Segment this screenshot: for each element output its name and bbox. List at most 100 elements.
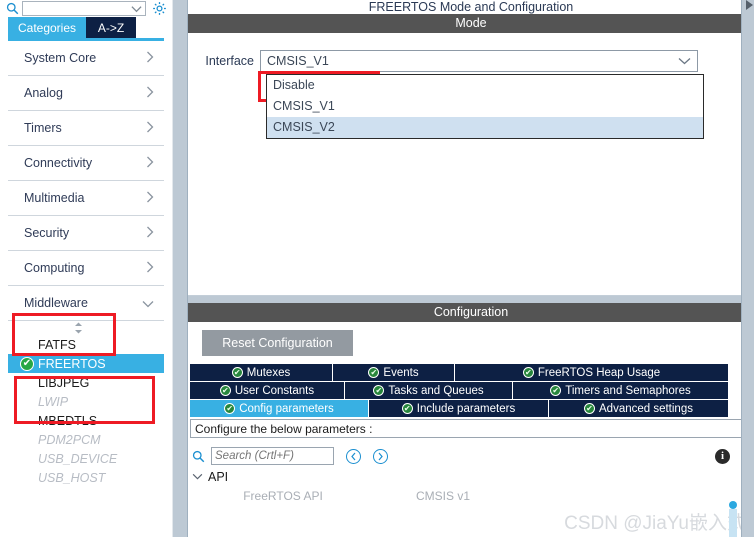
tab-events[interactable]: ✔ Events <box>333 364 455 381</box>
sidebar-item-label: System Core <box>24 51 97 65</box>
tab-categories[interactable]: Categories <box>8 17 86 38</box>
sidebar-item-computing[interactable]: Computing <box>8 251 164 286</box>
vertical-scrollbar[interactable] <box>741 0 754 537</box>
sidebar-item-label: Security <box>24 226 70 240</box>
middleware-label: LIBJPEG <box>38 375 90 390</box>
chevron-down-icon[interactable] <box>192 471 203 483</box>
check-circle-icon: ✔ <box>401 403 413 414</box>
list-item-fatfs[interactable]: FATFS <box>8 335 164 354</box>
dropdown-option-cmsis-v2[interactable]: CMSIS_V2 <box>267 117 703 138</box>
tab-config-parameters[interactable]: ✔ Config parameters <box>190 400 369 417</box>
tab-label: Advanced settings <box>599 402 693 415</box>
api-column-headers: FreeRTOS API CMSIS v1 <box>188 486 754 506</box>
interface-dropdown-list[interactable]: Disable CMSIS_V1 CMSIS_V2 <box>266 74 704 139</box>
interface-select[interactable]: CMSIS_V1 <box>260 50 698 72</box>
check-circle-icon: ✔ <box>368 367 380 378</box>
tab-mutexes[interactable]: ✔ Mutexes <box>190 364 333 381</box>
chevron-right-icon <box>146 86 154 100</box>
chevron-right-icon <box>146 226 154 240</box>
tab-tasks-and-queues[interactable]: ✔ Tasks and Queues <box>345 382 513 399</box>
chevron-left-circle-icon[interactable] <box>346 448 361 464</box>
panel-splitter[interactable] <box>172 0 188 537</box>
scroll-arrow-icon[interactable] <box>746 0 753 10</box>
tab-label: FreeRTOS Heap Usage <box>537 366 661 379</box>
search-input[interactable] <box>211 447 334 465</box>
sidebar-item-analog[interactable]: Analog <box>8 76 164 111</box>
tab-a-to-z[interactable]: A->Z <box>86 17 136 38</box>
api-column-cmsis: CMSIS v1 <box>415 489 470 503</box>
middleware-label: USB_DEVICE <box>38 451 118 466</box>
check-circle-icon: ✔ <box>219 385 231 396</box>
chevron-down-icon <box>142 297 154 310</box>
configure-hint-text: Configure the below parameters : <box>195 421 373 436</box>
tab-include-parameters[interactable]: ✔ Include parameters <box>369 400 549 417</box>
mode-band-label: Mode <box>188 14 754 33</box>
mode-body: Interface CMSIS_V1 Disable CMSIS_V1 CMSI… <box>188 33 754 296</box>
middleware-label: USB_HOST <box>38 470 106 485</box>
sidebar-item-system-core[interactable]: System Core <box>8 41 164 76</box>
tree-node-label: API <box>208 470 229 484</box>
tree-scroll-track[interactable] <box>729 509 737 537</box>
middleware-label: FATFS <box>38 337 76 352</box>
api-column-freertos: FreeRTOS API <box>243 489 323 503</box>
tab-timers-and-semaphores[interactable]: ✔ Timers and Semaphores <box>513 382 728 399</box>
chevron-right-icon <box>146 261 154 275</box>
tab-user-constants[interactable]: ✔ User Constants <box>190 382 345 399</box>
sidebar-item-label: Computing <box>24 261 85 275</box>
sidebar-item-label: Middleware <box>24 296 88 310</box>
sidebar-item-timers[interactable]: Timers <box>8 111 164 146</box>
list-item-pdm2pcm[interactable]: PDM2PCM <box>8 430 164 449</box>
sidebar-item-middleware[interactable]: Middleware <box>8 286 164 321</box>
dropdown-option-cmsis-v1[interactable]: CMSIS_V1 <box>267 96 703 117</box>
chevron-right-circle-icon[interactable] <box>373 448 388 464</box>
list-item-mbedtls[interactable]: MBEDTLS <box>8 411 164 430</box>
sidebar-item-security[interactable]: Security <box>8 216 164 251</box>
search-icon[interactable] <box>4 1 20 16</box>
list-item-usb-host[interactable]: USB_HOST <box>8 468 164 487</box>
list-item-freertos[interactable]: ✔ FREERTOS <box>8 354 164 373</box>
dropdown-option-disable[interactable]: Disable <box>267 75 703 96</box>
middleware-label: PDM2PCM <box>38 432 101 447</box>
list-item-libjpeg[interactable]: LIBJPEG <box>8 373 164 392</box>
check-circle-icon: ✔ <box>224 403 236 414</box>
gear-icon[interactable] <box>150 1 168 17</box>
chevron-right-icon <box>146 191 154 205</box>
chevron-down-icon <box>678 54 691 68</box>
list-item-lwip[interactable]: LWIP <box>8 392 164 411</box>
reset-configuration-button[interactable]: Reset Configuration <box>202 330 353 356</box>
sidebar-item-multimedia[interactable]: Multimedia <box>8 181 164 216</box>
search-icon[interactable] <box>192 450 205 463</box>
tab-label: Include parameters <box>416 402 516 415</box>
interface-row: Interface CMSIS_V1 <box>188 49 754 73</box>
tab-advanced-settings[interactable]: ✔ Advanced settings <box>549 400 728 417</box>
list-item-usb-device[interactable]: USB_DEVICE <box>8 449 164 468</box>
configuration-tab-grid: ✔ Mutexes ✔ Events ✔ FreeRTOS Heap Usage… <box>190 364 728 417</box>
sidebar-resize-handle[interactable] <box>0 321 156 335</box>
interface-label: Interface <box>205 54 254 68</box>
tree-scroll-thumb[interactable] <box>729 501 737 509</box>
chevron-right-icon <box>146 51 154 65</box>
tab-row-1: ✔ Mutexes ✔ Events ✔ FreeRTOS Heap Usage <box>190 364 728 381</box>
check-circle-icon: ✔ <box>550 385 562 396</box>
middleware-label: LWIP <box>38 394 69 409</box>
sidebar-item-label: Analog <box>24 86 63 100</box>
sidebar-item-connectivity[interactable]: Connectivity <box>8 146 164 181</box>
check-circle-icon: ✔ <box>373 385 385 396</box>
tab-freertos-heap-usage[interactable]: ✔ FreeRTOS Heap Usage <box>455 364 728 381</box>
chevron-down-icon <box>131 2 142 16</box>
sidebar-search-row <box>0 0 172 17</box>
tab-row-3: ✔ Config parameters ✔ Include parameters… <box>190 400 728 417</box>
parameter-search-row: i <box>188 444 754 468</box>
configuration-body: Reset Configuration ✔ Mutexes ✔ Events ✔… <box>188 330 754 506</box>
middleware-list: FATFS ✔ FREERTOS LIBJPEG LWIP MBEDTLS PD… <box>0 335 172 487</box>
categories-sidebar: Categories A->Z System Core Analog Timer… <box>0 0 172 537</box>
configure-hint-bar: Configure the below parameters : <box>190 419 752 438</box>
sidebar-tabs: Categories A->Z <box>8 17 172 38</box>
sidebar-item-label: Timers <box>24 121 62 135</box>
tab-label: Tasks and Queues <box>388 384 484 397</box>
chevron-right-icon <box>146 156 154 170</box>
tree-node-api[interactable]: API <box>188 468 754 486</box>
sidebar-search-combo[interactable] <box>22 1 146 16</box>
tab-label: Timers and Semaphores <box>565 384 691 397</box>
info-icon[interactable]: i <box>715 448 730 464</box>
